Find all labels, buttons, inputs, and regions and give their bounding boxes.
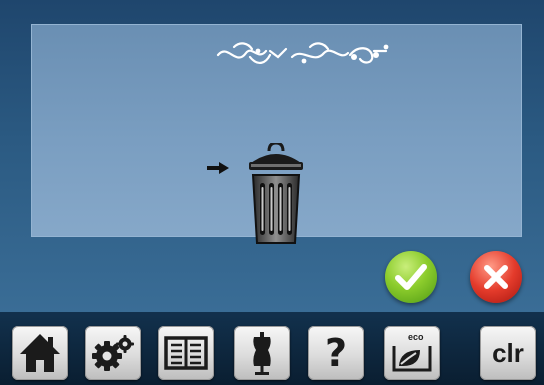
trash-can-icon (249, 143, 303, 244)
delete-confirmation-panel (31, 24, 522, 244)
dress-form-icon (253, 332, 271, 375)
bottom-toolbar: ? eco clr (0, 312, 544, 385)
eco-label: eco (408, 332, 424, 342)
checkmark-icon (395, 264, 427, 290)
clear-button[interactable]: clr (480, 326, 536, 380)
help-icon: ? (324, 331, 348, 375)
tutorial-button[interactable] (158, 326, 214, 380)
setup-button[interactable] (85, 326, 141, 380)
home-button[interactable] (12, 326, 68, 380)
confirm-button[interactable] (385, 251, 437, 303)
clear-label: clr (492, 338, 524, 368)
close-x-icon (484, 265, 508, 289)
embroidery-motif-icon (216, 42, 389, 64)
help-button[interactable]: ? (308, 326, 364, 380)
eco-button[interactable]: eco (384, 326, 440, 380)
home-icon (20, 334, 60, 372)
cancel-button[interactable] (470, 251, 522, 303)
creative-consultant-button[interactable] (234, 326, 290, 380)
dialog-screen (0, 0, 544, 312)
settings-gears-icon (92, 335, 134, 371)
arrow-right-icon (207, 162, 229, 174)
tutorial-book-icon (164, 336, 208, 370)
